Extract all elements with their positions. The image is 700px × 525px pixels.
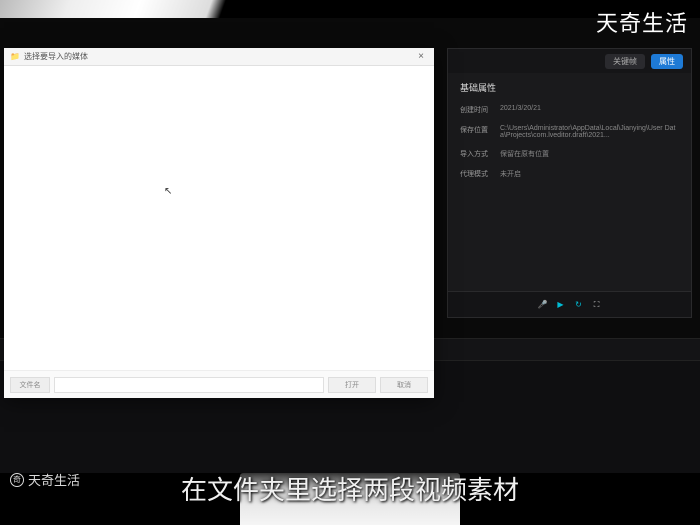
- property-label: 代理模式: [460, 169, 500, 179]
- property-row-import: 导入方式 保留在原有位置: [448, 144, 691, 164]
- filename-label: 文件名: [10, 377, 50, 393]
- section-title: 基础属性: [448, 73, 691, 100]
- tab-properties[interactable]: 属性: [651, 54, 683, 69]
- dialog-title: 选择要导入的媒体: [24, 51, 88, 62]
- fullscreen-icon[interactable]: ⛶: [592, 300, 602, 310]
- filename-input[interactable]: [54, 377, 324, 393]
- tab-keyframe[interactable]: 关键帧: [605, 54, 645, 69]
- cursor-icon: ↖: [164, 186, 172, 197]
- property-row-created: 创建时间 2021/3/20/21: [448, 100, 691, 120]
- close-button[interactable]: ×: [414, 50, 428, 64]
- dialog-titlebar[interactable]: 📁 选择要导入的媒体 ×: [4, 48, 434, 66]
- preview-controls: 🎤 ▶ ↻ ⛶: [448, 291, 691, 317]
- property-label: 创建时间: [460, 105, 500, 115]
- property-value: C:\Users\Administrator\AppData\Local\Jia…: [500, 125, 679, 139]
- cancel-button[interactable]: 取消: [380, 377, 428, 393]
- property-value: 保留在原有位置: [500, 149, 679, 159]
- video-editor-window: 📁 选择要导入的媒体 × ↖ 文件名 打开 取消 关键帧 属性 基础属性 创建时…: [0, 18, 700, 473]
- watermark-bottom-left: 奇 天奇生活: [10, 470, 80, 489]
- watermark-top-right: 天奇生活: [596, 6, 688, 38]
- properties-panel: 关键帧 属性 基础属性 创建时间 2021/3/20/21 保存位置 C:\Us…: [447, 48, 692, 318]
- loop-icon[interactable]: ↻: [574, 300, 584, 310]
- folder-icon: 📁: [10, 52, 20, 61]
- property-label: 导入方式: [460, 149, 500, 159]
- watermark-logo-icon: 奇: [10, 473, 24, 487]
- mic-icon[interactable]: 🎤: [538, 300, 548, 310]
- file-browser-area[interactable]: ↖: [4, 66, 434, 370]
- file-open-dialog: 📁 选择要导入的媒体 × ↖ 文件名 打开 取消: [4, 48, 434, 398]
- property-value: 2021/3/20/21: [500, 105, 679, 115]
- play-icon[interactable]: ▶: [556, 300, 566, 310]
- property-row-proxy: 代理模式 未开启: [448, 164, 691, 184]
- dialog-footer: 文件名 打开 取消: [4, 370, 434, 398]
- panel-tabs: 关键帧 属性: [448, 49, 691, 73]
- watermark-text: 天奇生活: [28, 470, 80, 489]
- subtitle-caption: 在文件夹里选择两段视频素材: [181, 470, 519, 507]
- property-value: 未开启: [500, 169, 679, 179]
- open-button[interactable]: 打开: [328, 377, 376, 393]
- property-row-path: 保存位置 C:\Users\Administrator\AppData\Loca…: [448, 120, 691, 144]
- property-label: 保存位置: [460, 125, 500, 139]
